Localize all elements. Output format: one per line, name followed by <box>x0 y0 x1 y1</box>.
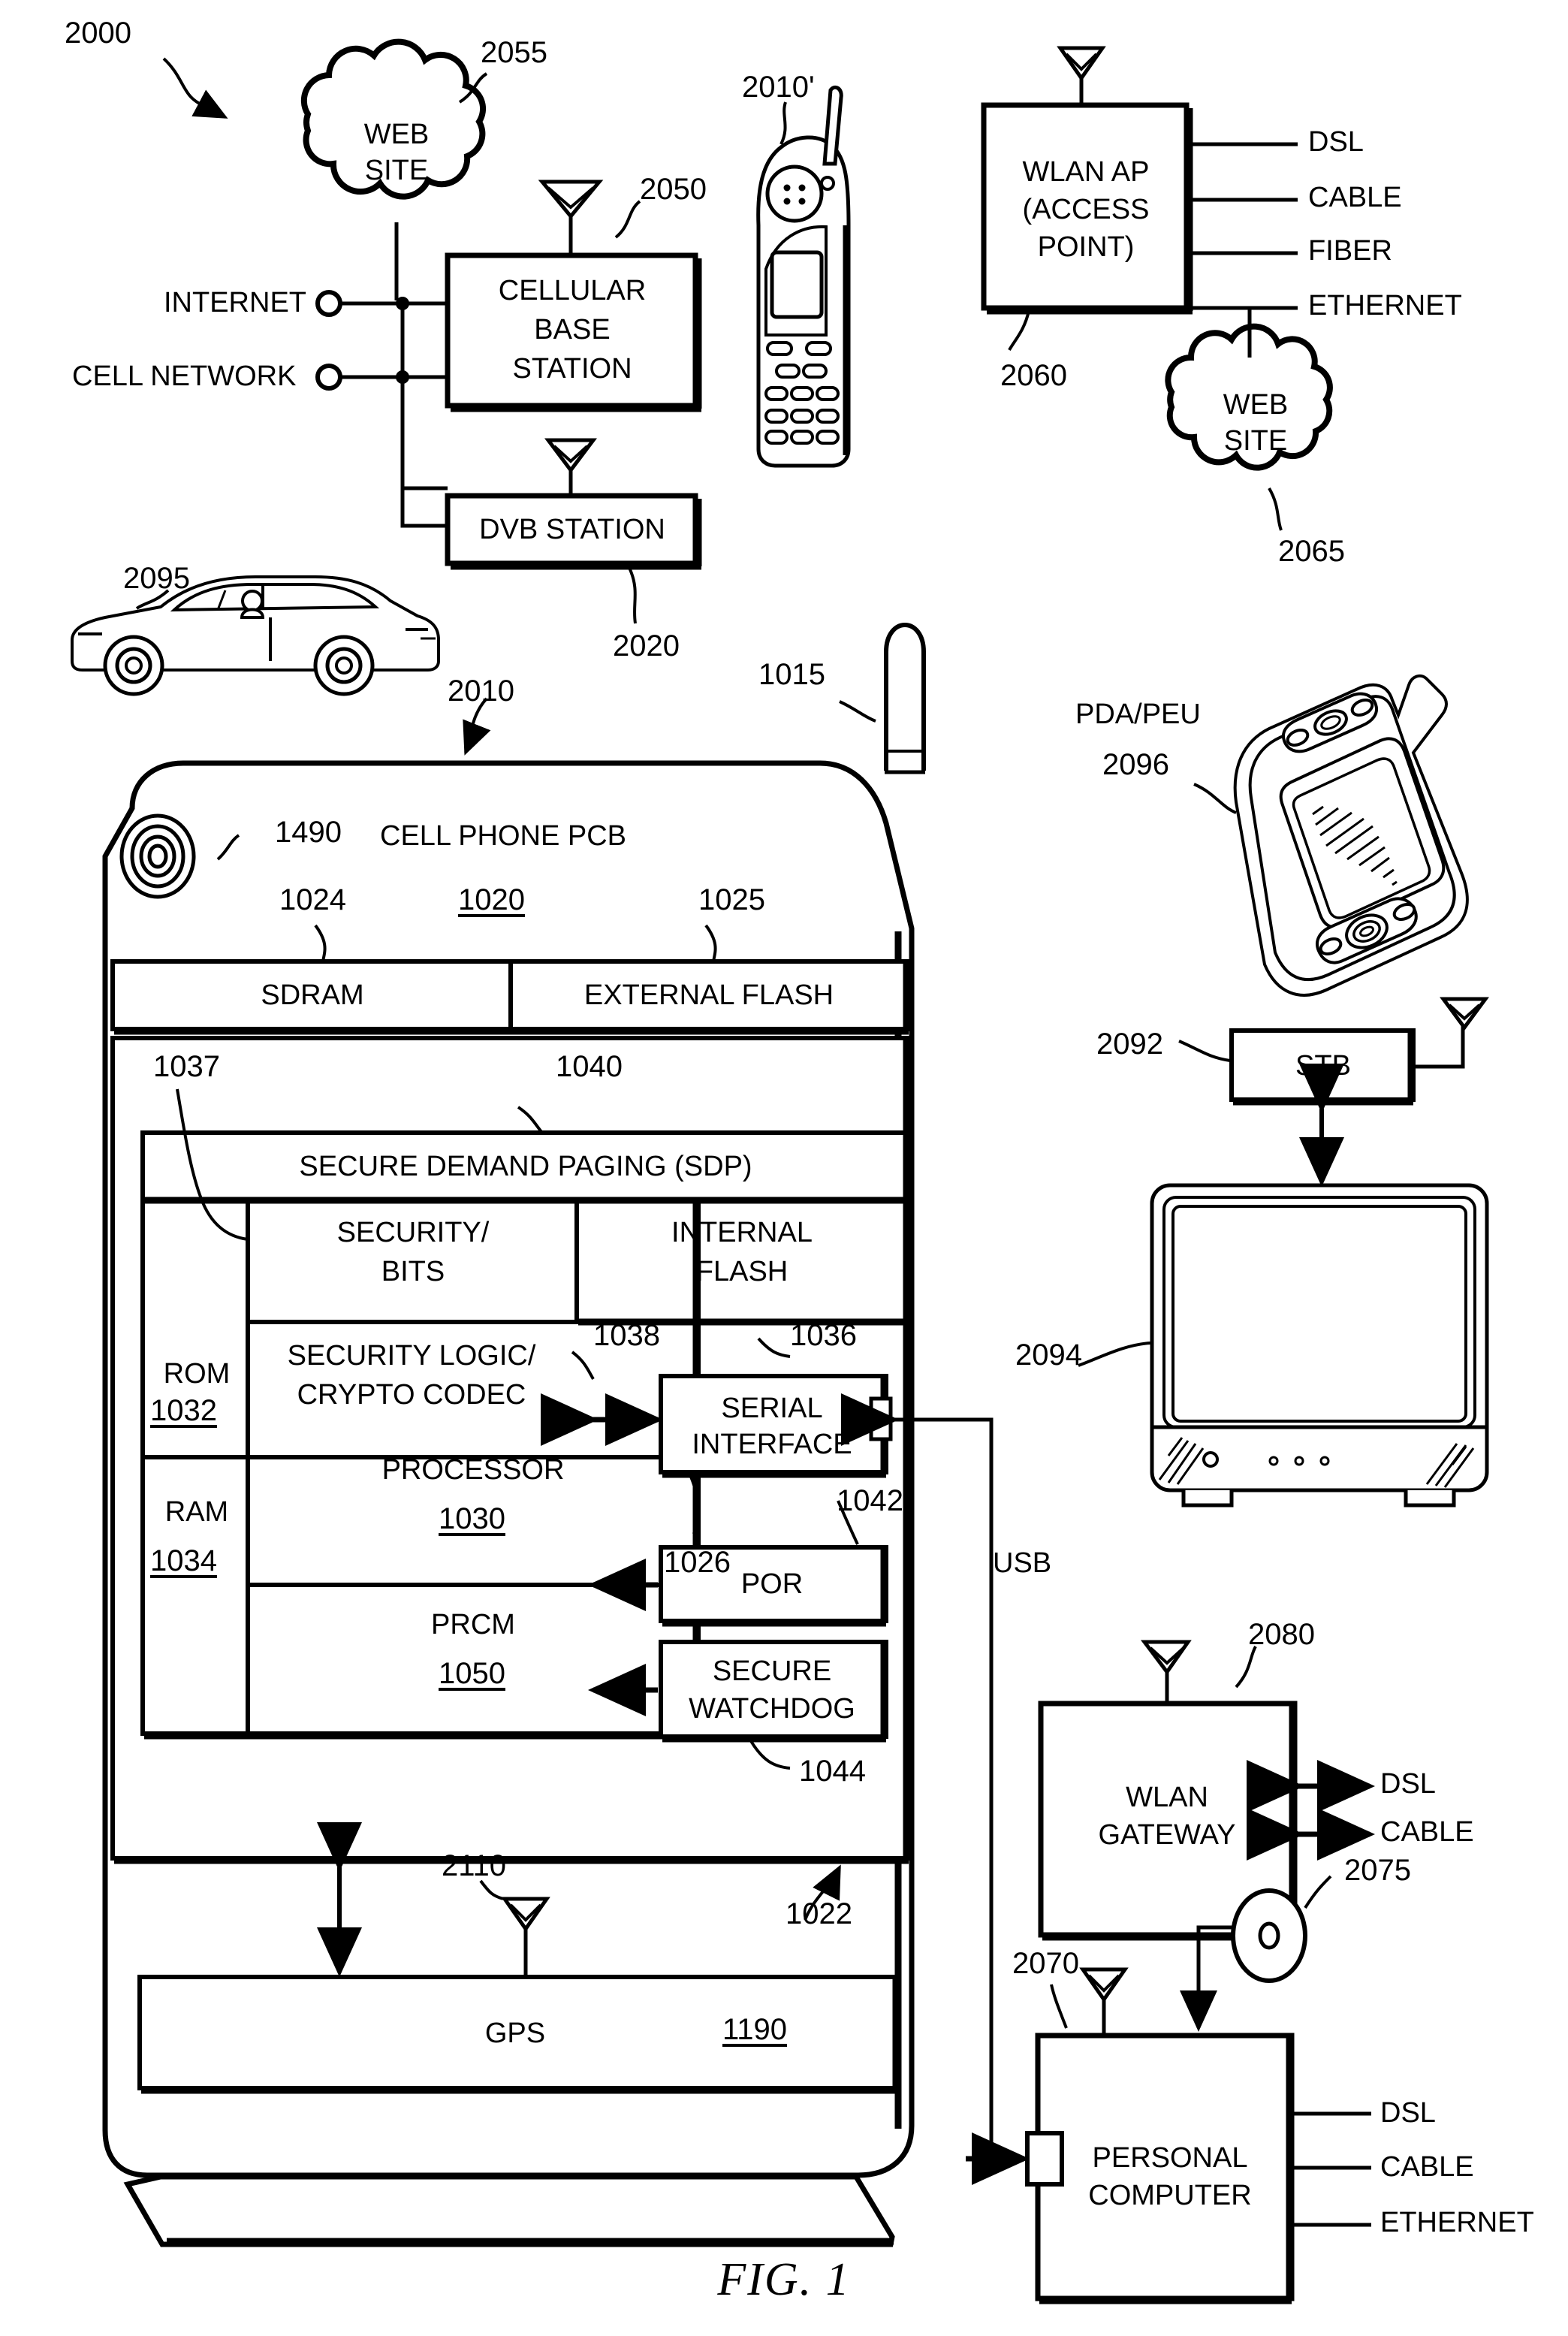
personal-computer-line2: COMPUTER <box>1088 2180 1252 2211</box>
web-site-left-ref: 2055 <box>481 36 547 69</box>
wlan-ap-link-ethernet: ETHERNET <box>1308 290 1462 321</box>
cellular-base-station-ref: 2050 <box>640 173 707 206</box>
cell-phone-device-ref: 2010 <box>448 675 514 708</box>
figure-caption: FIG. 1 <box>717 2254 851 2305</box>
stb-ref: 2092 <box>1096 1028 1163 1061</box>
gps-link-ref: 2110 <box>442 1849 507 1882</box>
wlan-gateway-ref: 2080 <box>1248 1618 1315 1651</box>
web-site-right-ref: 2065 <box>1278 535 1345 568</box>
gps-ref: 1190 <box>722 2013 788 2046</box>
speaker-ref: 1490 <box>275 816 342 849</box>
serial-interface-line1: SERIAL <box>721 1393 823 1424</box>
web-site-right-line1: WEB <box>1223 389 1289 421</box>
wlan-gateway-link-cable: CABLE <box>1380 1816 1474 1848</box>
stb-label: STB <box>1295 1050 1351 1082</box>
gps-label: GPS <box>484 2018 546 2049</box>
optical-disc-icon <box>1231 1888 1307 1983</box>
pc-link-ethernet: ETHERNET <box>1380 2207 1534 2238</box>
wlan-ap-link-fiber: FIBER <box>1308 235 1392 267</box>
processor-label: PROCESSOR <box>381 1454 565 1486</box>
secure-watchdog-ref: 1044 <box>799 1755 866 1788</box>
patent-figure-page: 2000 FIG. 1 WEB SITE 2055 INTERNET CELL … <box>0 0 1568 2336</box>
dvb-station-label: DVB STATION <box>479 514 665 545</box>
secure-watchdog-line2: WATCHDOG <box>689 1693 855 1725</box>
rom-label: ROM <box>163 1358 231 1390</box>
internet-port-terminal <box>315 290 342 317</box>
serial-port-connector <box>869 1396 893 1441</box>
internal-flash-ref: 1036 <box>790 1319 857 1352</box>
serial-interface-ref: 1026 <box>664 1546 731 1579</box>
sdp-ref: 1040 <box>556 1050 623 1083</box>
pc-usb-connector <box>1025 2131 1064 2187</box>
pda-label: PDA/PEU <box>1075 699 1201 730</box>
prcm-ref: 1050 <box>439 1657 505 1690</box>
cell-phone-base <box>123 2174 895 2247</box>
secure-watchdog-line1: SECURE <box>712 1655 832 1687</box>
pcb-ref: 1020 <box>458 883 525 916</box>
sdram-ref: 1024 <box>279 883 346 916</box>
dvb-station-ref: 2020 <box>613 629 680 662</box>
cell-network-port-terminal <box>315 364 342 391</box>
prcm-label: PRCM <box>431 1609 515 1640</box>
wlan-ap-line2: (ACCESS <box>1022 194 1150 225</box>
speaker-icon <box>119 813 196 899</box>
cell-network-port-label: CELL NETWORK <box>72 361 297 392</box>
security-bits-line1: SECURITY/ <box>336 1217 490 1248</box>
system-ref-2000: 2000 <box>65 17 131 50</box>
handset-ref: 2010' <box>742 71 815 104</box>
pc-link-cable: CABLE <box>1380 2151 1474 2183</box>
phone-antenna <box>884 623 926 771</box>
internet-port-label: INTERNET <box>164 287 306 318</box>
sdp-label: SECURE DEMAND PAGING (SDP) <box>299 1151 752 1182</box>
external-flash-label: EXTERNAL FLASH <box>583 979 834 1011</box>
optical-disc-ref: 2075 <box>1344 1854 1411 1887</box>
wlan-gateway-link-dsl: DSL <box>1380 1768 1436 1800</box>
processor-ref: 1030 <box>439 1502 505 1535</box>
wlan-ap-link-dsl: DSL <box>1308 126 1364 158</box>
cellular-base-station-line1: CELLULAR <box>498 275 647 306</box>
cellular-base-station-line2: BASE <box>534 314 611 346</box>
wlan-gateway-line2: GATEWAY <box>1098 1819 1236 1851</box>
por-label: POR <box>740 1568 804 1600</box>
wlan-ap-line3: POINT) <box>1037 231 1135 263</box>
sdram-label: SDRAM <box>261 979 364 1011</box>
wlan-gateway-line1: WLAN <box>1126 1782 1208 1813</box>
web-site-left-line1: WEB <box>363 119 430 150</box>
external-flash-ref: 1025 <box>698 883 765 916</box>
por-ref: 1042 <box>837 1484 903 1517</box>
ram-ref: 1034 <box>150 1544 217 1577</box>
television-ref: 2094 <box>1015 1339 1082 1372</box>
security-bits-ref: 1037 <box>153 1050 220 1083</box>
web-site-left-line2: SITE <box>364 155 429 186</box>
crypto-line2: CRYPTO CODEC <box>297 1379 526 1411</box>
cell-phone-pcb-title: CELL PHONE PCB <box>380 820 627 852</box>
rom-ref: 1032 <box>150 1394 217 1427</box>
pda-ref: 2096 <box>1102 748 1169 781</box>
crypto-line1: SECURITY LOGIC/ <box>287 1340 536 1372</box>
television-illustration <box>1150 1183 1489 1508</box>
web-site-right-line2: SITE <box>1223 425 1288 457</box>
handset-illustration <box>756 85 851 468</box>
security-bits-line2: BITS <box>381 1256 445 1287</box>
car-ref: 2095 <box>123 562 190 595</box>
ram-label: RAM <box>164 1496 229 1528</box>
usb-label: USB <box>993 1547 1052 1579</box>
wlan-ap-ref: 2060 <box>1000 359 1067 392</box>
pda-illustration <box>1233 674 1469 997</box>
personal-computer-ref: 2070 <box>1012 1947 1079 1980</box>
system-lead-2000 <box>162 57 228 119</box>
cellular-base-station-line3: STATION <box>512 353 632 385</box>
figure-drawing <box>71 38 1489 2304</box>
serial-interface-line2: INTERFACE <box>692 1429 852 1460</box>
chip-ref: 1022 <box>786 1897 852 1930</box>
internal-flash-line1: INTERNAL <box>671 1217 813 1248</box>
phone-antenna-ref: 1015 <box>758 658 825 691</box>
wlan-ap-link-cable: CABLE <box>1308 182 1402 213</box>
wlan-ap-line1: WLAN AP <box>1022 156 1150 188</box>
internal-flash-ref2: 1038 <box>593 1319 660 1352</box>
internal-flash-line2: FLASH <box>695 1256 789 1287</box>
personal-computer-line1: PERSONAL <box>1092 2142 1248 2174</box>
pc-link-dsl: DSL <box>1380 2097 1436 2129</box>
